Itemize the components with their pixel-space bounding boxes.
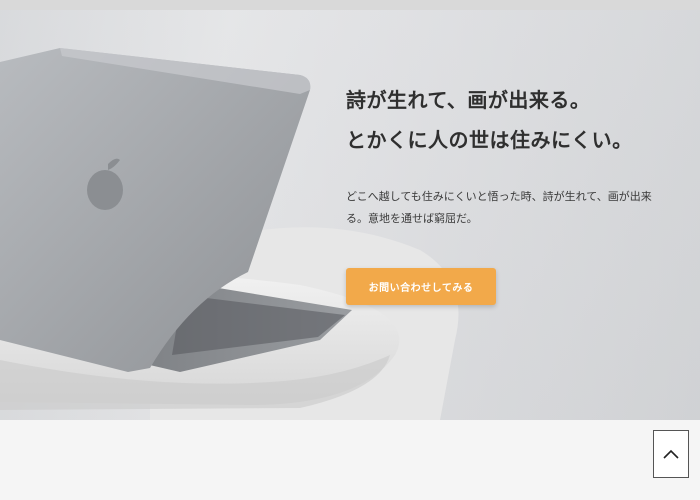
hero-section: 詩が生れて、画が出来る。 とかくに人の世は住みにくい。 どこへ越しても住みにくい…	[0, 10, 700, 420]
hero-headline: 詩が生れて、画が出来る。 とかくに人の世は住みにくい。	[346, 80, 666, 160]
top-strip	[0, 0, 700, 10]
hero-body-text: どこへ越しても住みにくいと悟った時、詩が生れて、画が出来る。意地を通せば窮屈だ。	[346, 190, 652, 225]
hero-text-block: 詩が生れて、画が出来る。 とかくに人の世は住みにくい。 どこへ越しても住みにくい…	[346, 80, 666, 230]
chevron-up-icon	[663, 449, 679, 459]
footer-band	[0, 420, 700, 500]
headline-line-2: とかくに人の世は住みにくい。	[346, 128, 633, 152]
scroll-to-top-button[interactable]	[653, 430, 689, 478]
headline-line-1: 詩が生れて、画が出来る。	[346, 88, 591, 112]
contact-cta-button[interactable]: お問い合わせしてみる	[346, 268, 496, 305]
